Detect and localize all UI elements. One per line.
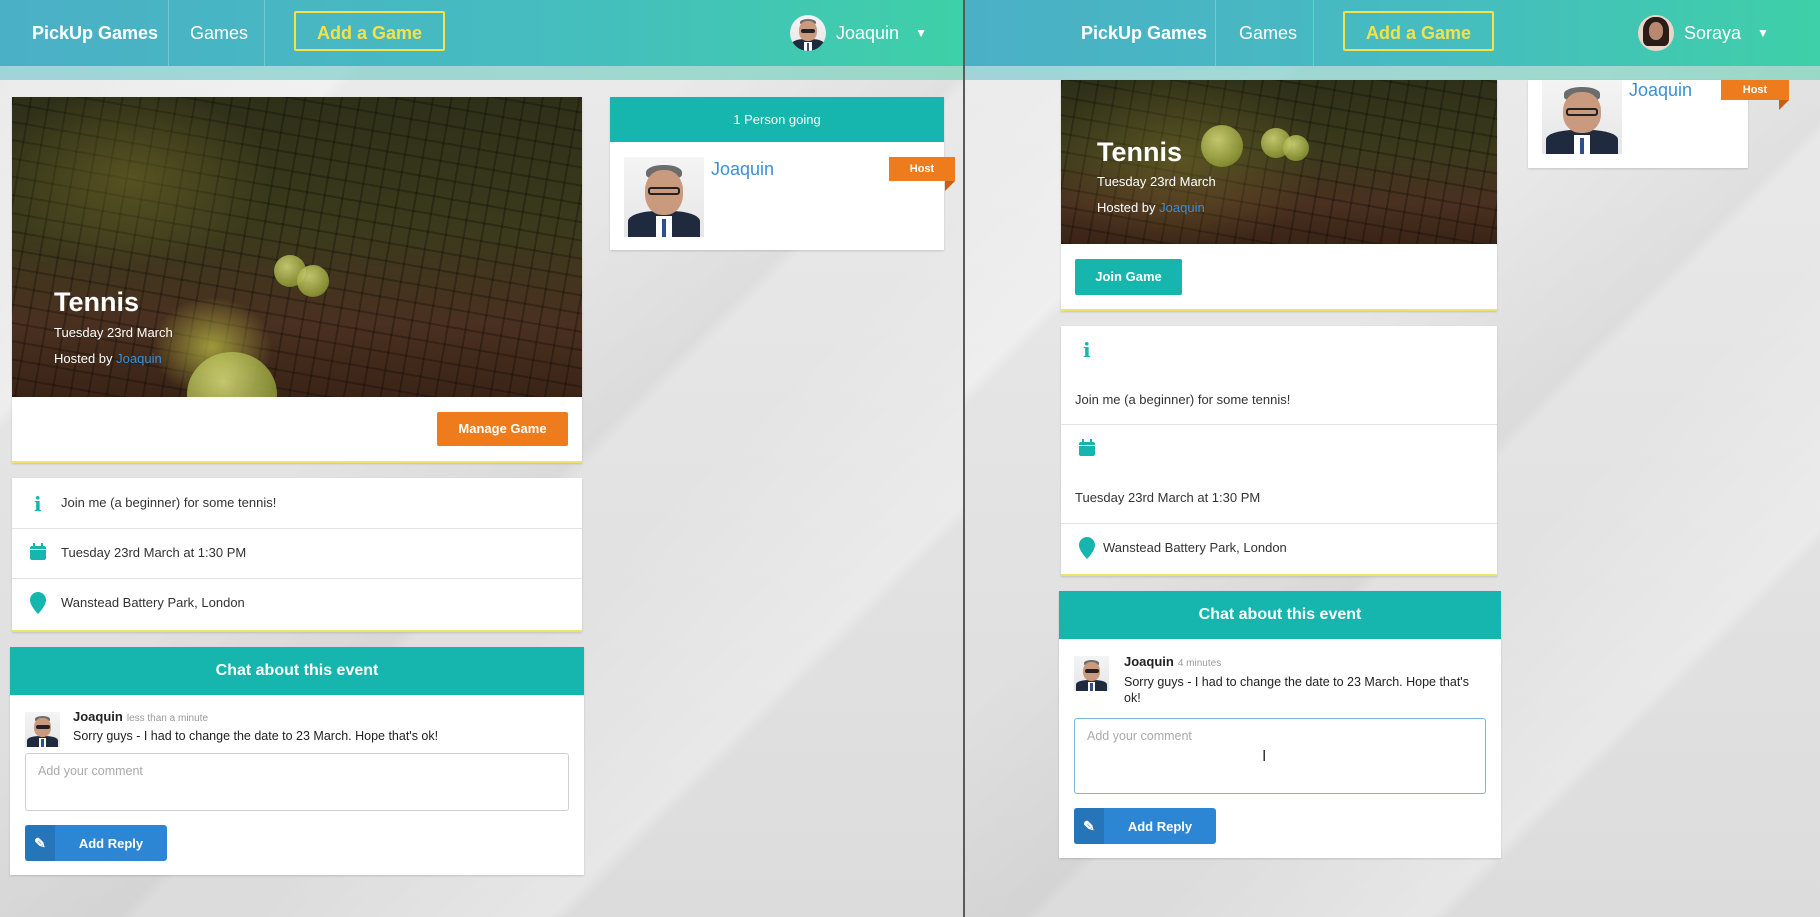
map-marker-icon xyxy=(30,592,46,617)
add-reply-button[interactable]: ✎ Add Reply xyxy=(1074,808,1216,844)
event-host-line: Hosted by Joaquin xyxy=(1097,200,1205,215)
hosted-by-label: Hosted by xyxy=(1097,200,1156,215)
navbar-shadow-strip xyxy=(0,66,963,80)
add-reply-label: Add Reply xyxy=(78,835,144,851)
tennis-ball xyxy=(1201,125,1243,167)
user-name: Soraya xyxy=(1684,22,1742,43)
comment-input[interactable]: Add your comment xyxy=(25,753,569,811)
caret-down-icon: ▼ xyxy=(915,26,927,40)
attendee-name[interactable]: Joaquin xyxy=(711,159,774,180)
info-icon: i xyxy=(34,492,42,516)
comment-author: Joaquin less than a minute xyxy=(73,709,208,724)
nav-games-link[interactable]: Games xyxy=(190,0,248,66)
calendar-icon xyxy=(29,543,47,561)
edit-icon: ✎ xyxy=(25,825,55,861)
add-game-button[interactable]: Add a Game xyxy=(1343,11,1494,51)
info-icon: i xyxy=(1083,338,1091,362)
tennis-ball xyxy=(297,265,329,297)
event-card: Tennis Tuesday 23rd March Hosted by Joaq… xyxy=(12,97,582,463)
navbar: PickUp Games Games Add a Game Joaquin ▼ xyxy=(0,0,963,80)
tennis-ball xyxy=(1283,135,1309,161)
comment-author: Joaquin 4 minutes xyxy=(1124,654,1221,669)
event-location: Wanstead Battery Park, London xyxy=(61,595,245,610)
event-location: Wanstead Battery Park, London xyxy=(1103,540,1287,555)
event-datetime: Tuesday 23rd March at 1:30 PM xyxy=(61,545,247,560)
description-row: i Join me (a beginner) for some tennis! xyxy=(12,478,582,529)
tennis-ball xyxy=(187,352,277,397)
host-badge: Host xyxy=(889,157,955,191)
text-cursor-icon: I xyxy=(1262,748,1267,765)
manage-game-button[interactable]: Manage Game xyxy=(437,412,568,446)
hosted-by-label: Hosted by xyxy=(54,351,113,366)
user-menu[interactable]: Joaquin ▼ xyxy=(790,14,927,52)
comment-text: Sorry guys - I had to change the date to… xyxy=(1124,675,1469,705)
nav-divider xyxy=(168,0,169,66)
location-row: Wanstead Battery Park, London xyxy=(12,578,582,628)
brand-link[interactable]: PickUp Games xyxy=(32,0,158,66)
attendees-header: 1 Person going xyxy=(610,97,944,142)
host-link[interactable]: Joaquin xyxy=(1159,200,1205,215)
host-link[interactable]: Joaquin xyxy=(116,351,162,366)
attendee-name[interactable]: Joaquin xyxy=(1629,80,1692,101)
event-title: Tennis xyxy=(1097,137,1183,167)
add-reply-button[interactable]: ✎ Add Reply xyxy=(25,825,167,861)
map-marker-icon xyxy=(1079,537,1095,562)
comment-author-avatar xyxy=(1074,656,1109,691)
caret-down-icon: ▼ xyxy=(1757,26,1769,40)
host-badge: Host xyxy=(1721,80,1789,110)
chat-title: Chat about this event xyxy=(1059,591,1501,639)
chat-card: Chat about this event Joaquin less than a… xyxy=(10,647,584,875)
user-avatar xyxy=(790,15,826,51)
event-date: Tuesday 23rd March xyxy=(54,325,173,340)
comment-input[interactable]: Add your comment xyxy=(1074,718,1486,794)
nav-divider xyxy=(1313,0,1314,66)
comment-time: less than a minute xyxy=(126,713,209,724)
event-details-card: i Join me (a beginner) for some tennis! … xyxy=(1061,326,1497,576)
location-row: Wanstead Battery Park, London xyxy=(1061,523,1497,573)
add-reply-label: Add Reply xyxy=(1127,818,1193,834)
navbar: PickUp Games Games Add a Game Soraya ▼ xyxy=(965,0,1820,80)
event-datetime: Tuesday 23rd March at 1:30 PM xyxy=(1075,490,1261,505)
left-browser-pane: PickUp Games Games Add a Game Joaquin ▼ … xyxy=(0,0,963,917)
attendees-card: 1 Person going Joaquin Host xyxy=(610,97,955,250)
comment-author-avatar xyxy=(25,712,60,747)
event-description: Join me (a beginner) for some tennis! xyxy=(1075,392,1291,407)
right-browser-pane: PickUp Games Games Add a Game Soraya ▼ J… xyxy=(965,0,1820,917)
host-badge-label: Host xyxy=(909,163,935,175)
brand-link[interactable]: PickUp Games xyxy=(1081,0,1207,66)
calendar-icon xyxy=(1078,439,1096,457)
chat-title: Chat about this event xyxy=(10,647,584,695)
user-menu[interactable]: Soraya ▼ xyxy=(1638,14,1769,52)
attendee-avatar[interactable] xyxy=(1542,80,1622,154)
datetime-row: Tuesday 23rd March at 1:30 PM xyxy=(12,528,582,579)
event-title: Tennis xyxy=(54,287,140,317)
event-details-card: i Join me (a beginner) for some tennis! … xyxy=(12,478,582,632)
datetime-row: Tuesday 23rd March at 1:30 PM xyxy=(1061,424,1497,524)
comment-text: Sorry guys - I had to change the date to… xyxy=(73,729,439,743)
nav-divider xyxy=(264,0,265,66)
add-game-button[interactable]: Add a Game xyxy=(294,11,445,51)
event-host-line: Hosted by Joaquin xyxy=(54,351,162,366)
user-name: Joaquin xyxy=(836,22,900,43)
event-card: Tennis Tuesday 23rd March Hosted by Joaq… xyxy=(1061,80,1497,311)
attendee-avatar[interactable] xyxy=(624,157,704,237)
navbar-shadow-strip xyxy=(965,66,1820,80)
user-avatar xyxy=(1638,15,1674,51)
attendees-card: Joaquin Host xyxy=(1528,80,1789,168)
event-hero-image: Tennis Tuesday 23rd March Hosted by Joaq… xyxy=(12,97,582,397)
event-hero-image: Tennis Tuesday 23rd March Hosted by Joaq… xyxy=(1061,80,1497,244)
comment-author-name: Joaquin xyxy=(73,709,123,724)
nav-games-link[interactable]: Games xyxy=(1239,0,1297,66)
comment-author-name: Joaquin xyxy=(1124,654,1174,669)
join-game-button[interactable]: Join Game xyxy=(1075,259,1182,295)
edit-icon: ✎ xyxy=(1074,808,1104,844)
host-badge-label: Host xyxy=(1742,84,1768,96)
event-date: Tuesday 23rd March xyxy=(1097,174,1216,189)
chat-card: Chat about this event Joaquin 4 minutes S… xyxy=(1059,591,1501,858)
description-row: i Join me (a beginner) for some tennis! xyxy=(1061,326,1497,425)
event-description: Join me (a beginner) for some tennis! xyxy=(61,495,277,510)
nav-divider xyxy=(1215,0,1216,66)
comment-time: 4 minutes xyxy=(1177,658,1222,669)
